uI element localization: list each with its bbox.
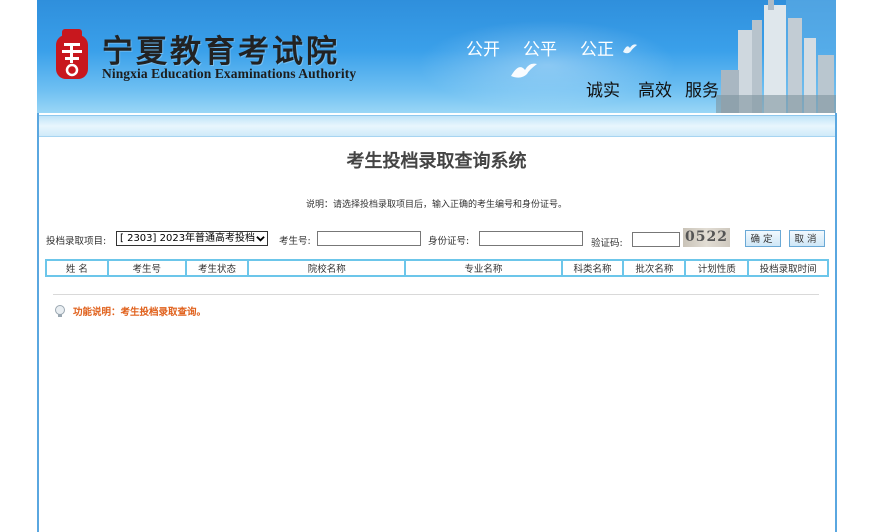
project-select-value: [ 2303] 2023年普通高考投档 bbox=[120, 233, 256, 244]
authority-seal-logo bbox=[56, 29, 88, 79]
slogan-efficient: 高效 bbox=[638, 81, 672, 101]
project-select[interactable]: [ 2303] 2023年普通高考投档 bbox=[116, 231, 268, 246]
page-description: 说明：请选择投档录取项目后，输入正确的考生编号和身份证号。 bbox=[305, 200, 567, 210]
page-left-border bbox=[37, 113, 39, 532]
page-right-border bbox=[835, 113, 837, 532]
id-number-label: 身份证号: bbox=[428, 236, 470, 247]
col-status: 考生状态 bbox=[184, 259, 250, 277]
chevron-down-icon bbox=[256, 236, 265, 242]
slogan-open: 公开 bbox=[466, 40, 500, 60]
slogan-fair: 公平 bbox=[523, 40, 557, 60]
header-banner: 宁夏教育考试院 Ningxia Education Examinations A… bbox=[37, 0, 836, 113]
result-table: 姓 名 考生号 考生状态 院校名称 专业名称 科类名称 批次名称 计划性质 投档… bbox=[45, 259, 829, 277]
org-name-en: Ningxia Education Examinations Authority bbox=[102, 66, 357, 81]
nav-strip bbox=[39, 115, 835, 137]
page-title: 考生投档录取查询系统 bbox=[346, 151, 527, 172]
small-dove-icon bbox=[623, 44, 637, 54]
col-name: 姓 名 bbox=[45, 259, 109, 277]
city-skyline-graphic bbox=[716, 0, 836, 113]
function-note: 功能说明：考生投档录取查询。 bbox=[73, 307, 207, 318]
captcha-image[interactable]: 0522 bbox=[683, 228, 730, 247]
col-plan-type: 计划性质 bbox=[684, 259, 750, 277]
exam-no-label: 考生号: bbox=[279, 236, 311, 247]
col-major: 专业名称 bbox=[404, 259, 563, 277]
captcha-label: 验证码: bbox=[591, 238, 623, 249]
slogan-just: 公正 bbox=[580, 40, 614, 60]
col-college: 院校名称 bbox=[247, 259, 407, 277]
slogan-service: 服务 bbox=[685, 81, 719, 101]
exam-no-input[interactable] bbox=[317, 231, 421, 246]
confirm-button[interactable]: 确定 bbox=[745, 230, 781, 247]
col-batch: 批次名称 bbox=[622, 259, 687, 277]
id-number-input[interactable] bbox=[479, 231, 583, 246]
lightbulb-icon bbox=[55, 305, 65, 317]
col-admission-time: 投档录取时间 bbox=[747, 259, 829, 277]
cancel-button[interactable]: 取消 bbox=[789, 230, 825, 247]
dove-icon bbox=[511, 63, 537, 78]
project-label: 投档录取项目: bbox=[46, 236, 107, 247]
org-name-cn: 宁夏教育考试院 bbox=[102, 34, 340, 70]
captcha-input[interactable] bbox=[632, 232, 680, 247]
col-subject-type: 科类名称 bbox=[560, 259, 625, 277]
col-exam-no: 考生号 bbox=[106, 259, 187, 277]
slogan-honest: 诚实 bbox=[586, 81, 620, 101]
divider bbox=[53, 294, 819, 295]
table-header-row: 姓 名 考生号 考生状态 院校名称 专业名称 科类名称 批次名称 计划性质 投档… bbox=[45, 259, 829, 277]
